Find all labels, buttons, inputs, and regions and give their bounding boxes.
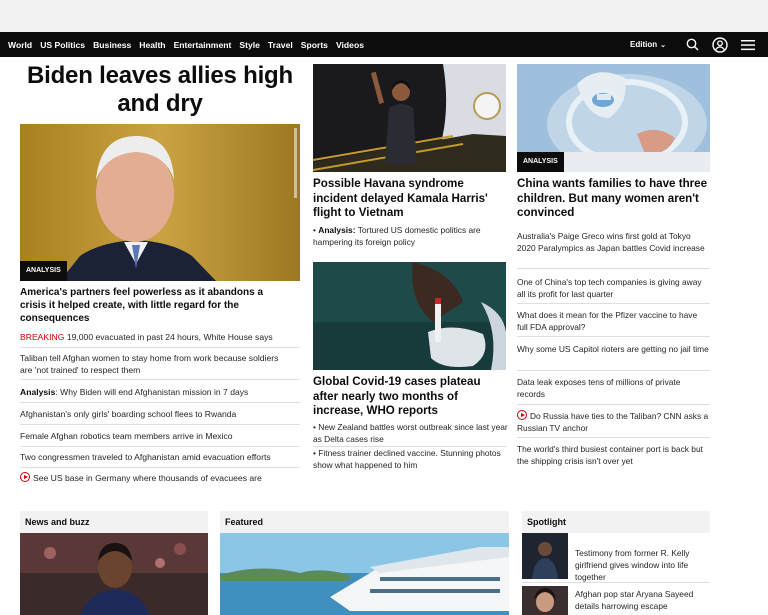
video-item-text: See US base in Germany where thousands o… [33,473,262,483]
story-havana-headline[interactable]: Possible Havana syndrome incident delaye… [313,177,503,221]
spotlight-item[interactable]: Testimony from former R. Kelly girlfrien… [575,547,710,583]
main-headline[interactable]: Biden leaves allies high and dry [20,62,300,118]
nav-link-health[interactable]: Health [139,40,165,50]
china-hospital-photo[interactable]: ANALYSIS [517,64,710,172]
user-account-icon[interactable] [712,36,728,53]
harris-photo[interactable] [313,64,506,172]
news-and-buzz-header: News and buzz [20,511,208,533]
bullet-text: New Zealand battles worst outbreak since… [313,422,508,444]
divider [20,402,300,403]
story-covid-headline[interactable]: Global Covid-19 cases plateau after near… [313,375,508,419]
divider [20,446,300,447]
story-covid-bullet-1[interactable]: • New Zealand battles worst outbreak sin… [313,421,508,445]
bullet-text: Fitness trainer declined vaccine. Stunni… [313,448,501,470]
divider [522,582,710,583]
list-item[interactable]: Why some US Capitol rioters are getting … [517,343,710,355]
list-item[interactable]: Australia's Paige Greco wins first gold … [517,230,710,254]
divider [20,379,300,380]
story-havana-bullet[interactable]: • Analysis: Tortured US domestic politic… [313,224,508,248]
video-list-item[interactable]: See US base in Germany where thousands o… [20,472,310,484]
list-item[interactable]: What does it mean for the Pfizer vaccine… [517,309,710,333]
list-item[interactable]: Two congressmen traveled to Afghanistan … [20,451,305,463]
nav-link-business[interactable]: Business [93,40,131,50]
menu-icon[interactable] [740,37,756,53]
breaking-text: 19,000 evacuated in past 24 hours, White… [66,332,273,342]
spotlight-item[interactable]: Afghan pop star Aryana Sayeed details ha… [575,588,710,612]
video-list-item[interactable]: Do Russia have ties to the Taliban? CNN … [517,410,710,434]
nav-link-us-politics[interactable]: US Politics [40,40,85,50]
list-item[interactable]: One of China's top tech companies is giv… [517,276,710,300]
divider [20,347,300,348]
list-item[interactable]: Afghanistan's only girls' boarding schoo… [20,408,300,420]
divider [517,336,710,337]
analysis-badge: ANALYSIS [517,152,564,172]
list-item[interactable]: Female Afghan robotics team members arri… [20,430,300,442]
divider [517,268,710,269]
nav-link-world[interactable]: World [8,40,32,50]
play-icon [517,410,527,420]
featured-header: Featured [220,511,509,533]
covid-test-photo[interactable] [313,262,506,370]
analysis-text: : Why Biden will end Afghanistan mission… [55,387,249,397]
nav-link-entertainment[interactable]: Entertainment [174,40,232,50]
browser-top-strip [0,0,768,32]
biden-photo[interactable]: ANALYSIS [20,124,300,281]
spotlight-thumb-1[interactable] [522,533,568,579]
search-icon[interactable] [684,37,700,53]
story-china-headline[interactable]: China wants families to have three child… [517,177,712,221]
nav-link-style[interactable]: Style [239,40,260,50]
divider [20,424,300,425]
video-item-text: Do Russia have ties to the Taliban? CNN … [517,411,709,433]
story-covid-bullet-2[interactable]: • Fitness trainer declined vaccine. Stun… [313,447,508,471]
list-item[interactable]: The world's third busiest container port… [517,443,710,467]
spotlight-header: Spotlight [522,511,710,533]
main-navigation: World US Politics Business Health Entert… [0,32,768,57]
lead-story-headline[interactable]: America's partners feel powerless as it … [20,286,290,325]
analysis-badge: ANALYSIS [20,261,67,281]
chevron-down-icon: ⌄ [660,42,666,49]
featured-yacht-photo[interactable] [220,533,509,615]
divider [517,370,710,371]
play-icon [20,472,30,482]
nav-link-videos[interactable]: Videos [336,40,364,50]
spotlight-thumb-2[interactable] [522,586,568,615]
news-buzz-photo[interactable] [20,533,208,615]
analysis-item[interactable]: Analysis: Why Biden will end Afghanistan… [20,386,300,398]
nav-link-sports[interactable]: Sports [301,40,328,50]
list-item[interactable]: Data leak exposes tens of millions of pr… [517,376,710,400]
breaking-label: BREAKING [20,332,65,342]
divider [517,303,710,304]
breaking-news-item[interactable]: BREAKING 19,000 evacuated in past 24 hou… [20,331,300,343]
analysis-label: Analysis [20,387,56,397]
edition-selector[interactable]: Edition ⌄ [630,40,666,49]
divider [517,404,710,405]
edition-label: Edition [630,40,658,49]
list-item[interactable]: Taliban tell Afghan women to stay home f… [20,352,290,376]
divider [517,437,710,438]
divider [20,467,300,468]
analysis-label: Analysis: [318,225,356,235]
nav-link-travel[interactable]: Travel [268,40,293,50]
